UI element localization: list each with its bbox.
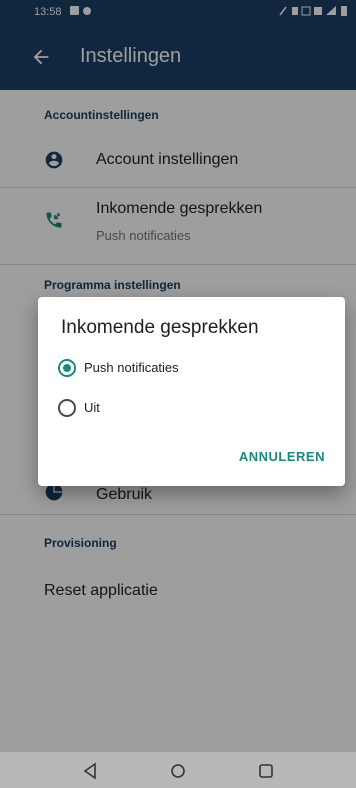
cancel-button[interactable]: ANNULEREN	[239, 449, 325, 464]
radio-option-off[interactable]: Uit	[58, 397, 318, 421]
radio-button-checked[interactable]	[58, 359, 76, 377]
radio-button-unchecked[interactable]	[58, 399, 76, 417]
radio-label: Uit	[84, 400, 100, 415]
radio-label: Push notificaties	[84, 360, 179, 375]
incoming-calls-dialog: Inkomende gesprekken Push notificaties U…	[38, 297, 345, 486]
nav-home-icon[interactable]	[168, 761, 188, 781]
nav-recents-icon[interactable]	[256, 761, 276, 781]
nav-back-icon[interactable]	[80, 761, 100, 781]
system-nav-bar	[0, 752, 356, 788]
dialog-title: Inkomende gesprekken	[61, 317, 259, 338]
radio-option-push[interactable]: Push notificaties	[58, 357, 318, 381]
